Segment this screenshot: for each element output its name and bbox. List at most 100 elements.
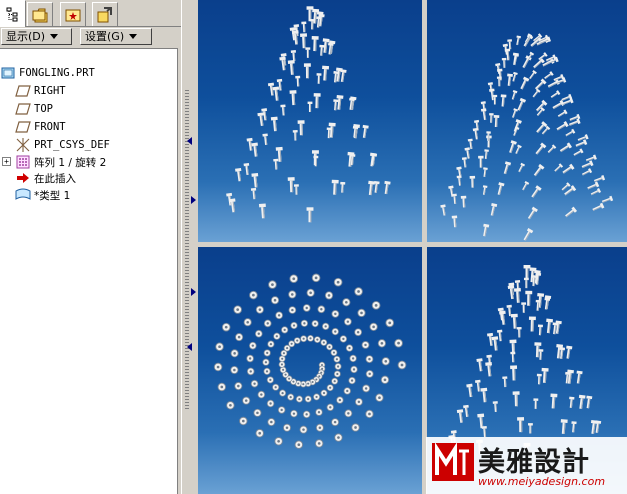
tree-item-insert-here[interactable]: 在此插入	[15, 169, 76, 187]
screw-shape	[496, 329, 503, 342]
datum-plane-icon	[15, 119, 31, 135]
datum-plane-icon	[15, 83, 31, 99]
viewport-top-spiral[interactable]	[198, 247, 422, 494]
tree-item-part[interactable]: FONGLING.PRT	[0, 64, 95, 82]
screw-top-shape	[243, 318, 252, 327]
screw-top-shape	[300, 319, 309, 327]
tree-item-right[interactable]: RIGHT	[15, 82, 66, 100]
screw-shape	[228, 198, 236, 213]
pattern-icon	[15, 154, 31, 170]
screw-shape	[547, 78, 560, 88]
screw-top-shape	[380, 375, 390, 384]
screw-shape	[521, 302, 527, 313]
screw-shape	[559, 142, 572, 153]
screw-shape	[482, 185, 488, 195]
screw-top-shape	[275, 311, 283, 320]
screw-shape	[292, 130, 298, 141]
settings-menu-button[interactable]: 设置(G)	[80, 28, 152, 45]
screw-top-shape	[242, 396, 251, 405]
screw-shape	[516, 35, 522, 46]
screw-top-shape	[317, 305, 326, 314]
screw-top-shape	[254, 329, 263, 338]
screw-top-shape	[311, 273, 321, 283]
viewport-iso-spiral[interactable]	[427, 0, 627, 242]
screw-top-shape	[375, 393, 384, 402]
screw-shape	[461, 157, 467, 168]
tree-item-csys[interactable]: PRT_CSYS_DEF	[15, 136, 110, 154]
screw-top-shape	[343, 317, 352, 326]
screw-top-shape	[302, 410, 311, 419]
screw-shape	[532, 88, 541, 98]
screw-top-shape	[343, 387, 351, 395]
screw-shape	[478, 155, 484, 168]
screw-shape	[250, 187, 257, 200]
screw-top-shape	[313, 336, 321, 344]
screw-top-shape	[369, 322, 378, 331]
screw-top-shape	[288, 340, 296, 348]
screw-shape	[483, 223, 490, 237]
screw-shape	[536, 121, 548, 134]
collapse-left-icon[interactable]	[187, 343, 192, 351]
connections-icon	[96, 6, 114, 24]
screw-shape	[456, 409, 464, 423]
screw-top-shape	[277, 406, 286, 414]
screw-shape	[493, 114, 500, 128]
screw-shape	[510, 351, 516, 363]
screw-shape	[300, 33, 308, 49]
screw-shape	[481, 425, 487, 438]
screw-top-shape	[299, 425, 308, 434]
screw-shape	[452, 193, 457, 204]
favorites-tab[interactable]	[60, 2, 86, 26]
screw-shape	[484, 149, 489, 159]
screw-shape	[316, 73, 322, 84]
screw-top-shape	[397, 360, 407, 370]
screw-top-shape	[306, 288, 315, 297]
screw-shape	[507, 39, 512, 50]
screw-shape	[515, 144, 522, 155]
screw-shape	[490, 203, 498, 216]
screw-shape	[362, 124, 369, 138]
screw-top-shape	[331, 327, 339, 336]
folder-browser-tab[interactable]	[27, 2, 53, 26]
screw-top-shape	[257, 390, 266, 399]
tree-item-label: TOP	[34, 103, 53, 115]
screw-top-shape	[331, 377, 339, 385]
screw-shape	[331, 179, 339, 195]
screw-shape	[575, 139, 588, 147]
screw-shape	[592, 202, 605, 211]
viewport-side-spiral[interactable]	[198, 0, 422, 242]
screw-top-shape	[281, 326, 289, 334]
screw-shape	[529, 70, 537, 80]
panel-splitter[interactable]	[181, 0, 196, 494]
screw-shape	[509, 140, 517, 154]
screw-top-shape	[287, 393, 295, 401]
screw-shape	[552, 99, 565, 110]
screw-top-shape	[272, 383, 280, 391]
screw-shape	[485, 361, 492, 377]
tree-item-front[interactable]: FRONT	[15, 118, 66, 136]
screw-top-shape	[235, 333, 244, 342]
screw-shape	[533, 398, 539, 409]
screw-shape	[502, 376, 508, 388]
screw-shape	[517, 417, 525, 433]
collapse-left-icon[interactable]	[187, 137, 192, 145]
screw-top-shape	[357, 308, 366, 318]
folder-icon	[31, 6, 49, 24]
screw-shape	[368, 180, 375, 196]
screw-shape	[499, 310, 506, 325]
tree-item-top[interactable]: TOP	[15, 100, 53, 118]
screw-shape	[528, 316, 536, 332]
model-tree: FONGLING.PRT RIGHT TOP FRONT PRT_CSYS_DE…	[0, 48, 178, 494]
screw-top-shape	[253, 408, 262, 417]
screw-shape	[510, 365, 518, 381]
tree-item-feature[interactable]: *类型 1	[15, 186, 70, 204]
expand-pattern-toggle[interactable]: +	[2, 157, 11, 166]
screw-shape	[512, 108, 518, 118]
screw-top-shape	[331, 310, 340, 318]
screw-shape	[531, 185, 542, 198]
screw-top-shape	[324, 291, 334, 300]
display-menu-button[interactable]: 显示(D)	[1, 28, 72, 45]
screw-shape	[513, 287, 521, 303]
model-tree-tab[interactable]	[0, 0, 26, 27]
connections-tab[interactable]	[92, 2, 118, 26]
